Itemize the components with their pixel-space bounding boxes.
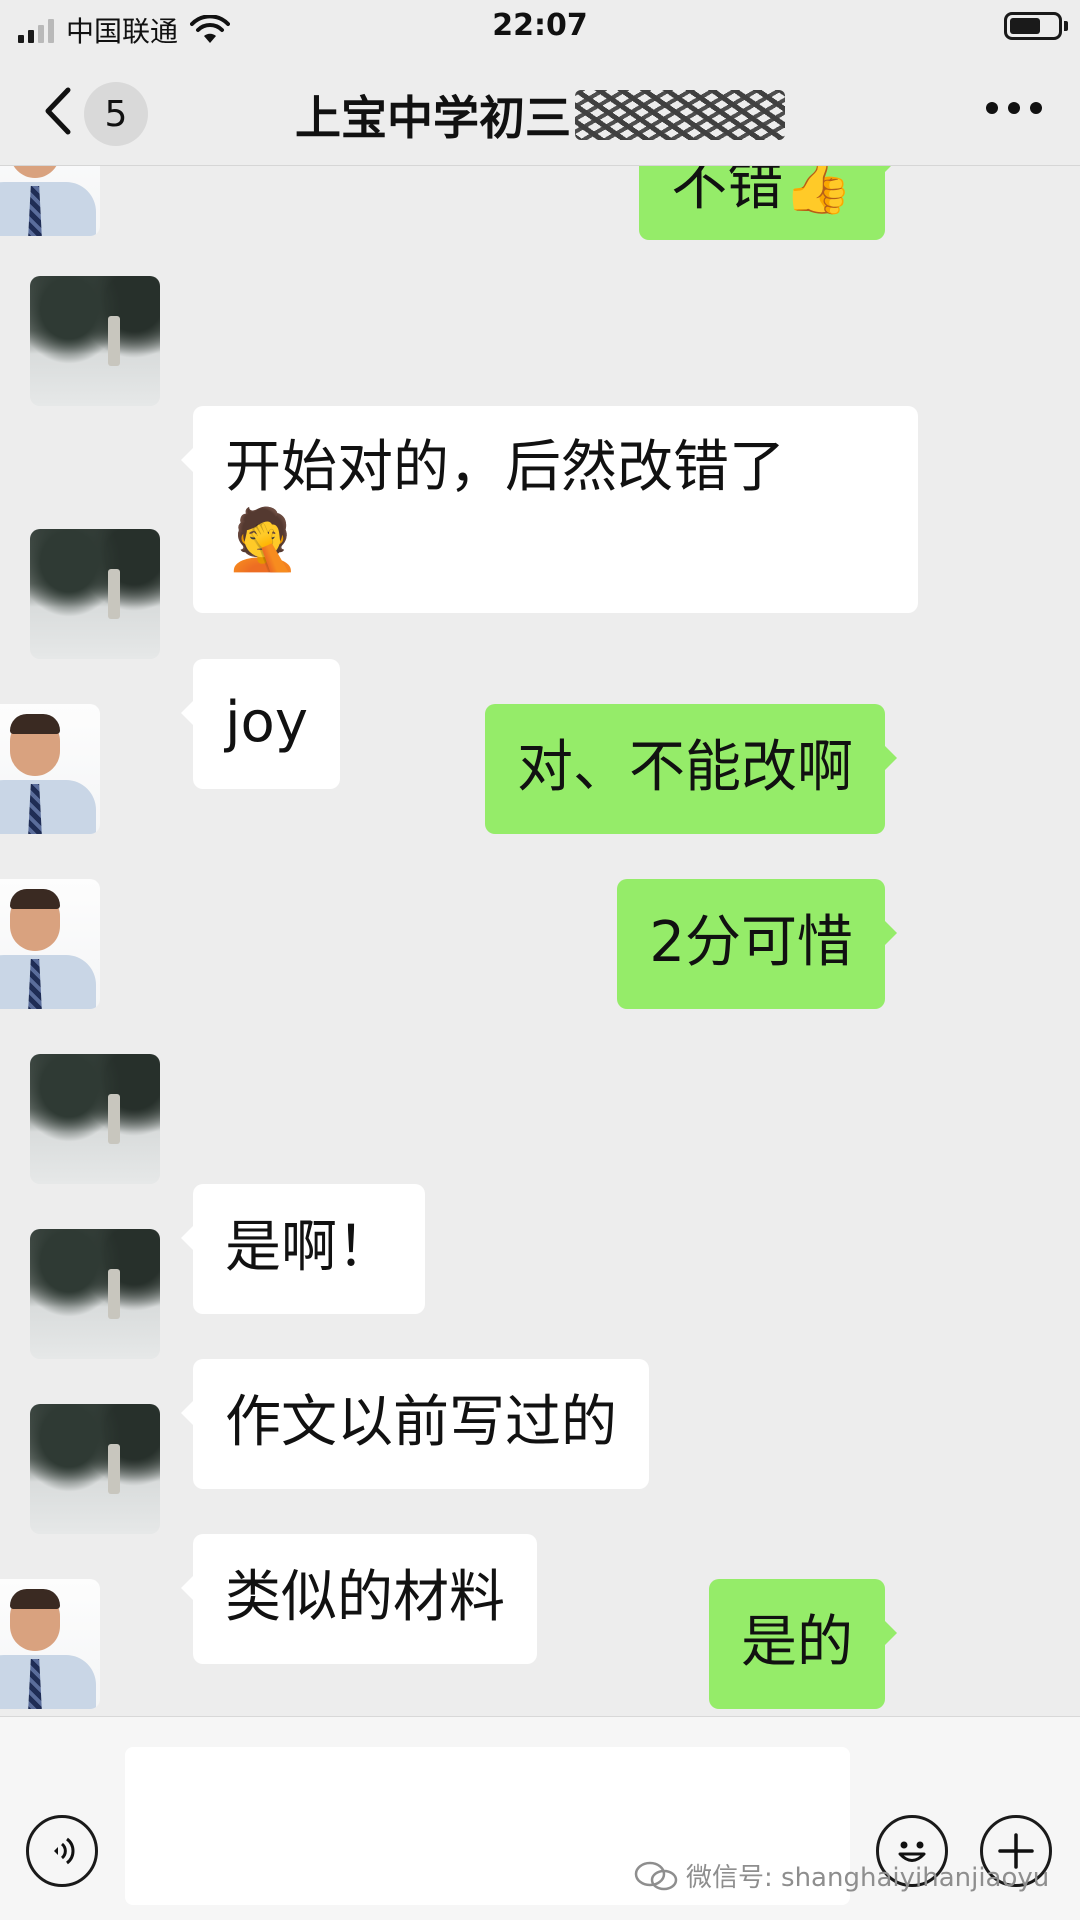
message-list[interactable]: 不错👍 开始对的，后然改错了 🤦 joy 对、不能改啊 2分可惜 是啊！ 作文以… <box>0 166 1080 1716</box>
redacted-title-mark <box>575 90 785 140</box>
avatar-contact[interactable] <box>30 276 160 406</box>
avatar-contact[interactable] <box>30 1054 160 1184</box>
chat-title-container: 上宝中学初三 <box>0 82 1080 148</box>
message-row: 不错👍 <box>0 166 1080 240</box>
message-bubble[interactable]: 2分可惜 <box>617 879 897 1009</box>
chat-title[interactable]: 上宝中学初三 <box>295 82 571 148</box>
battery-icon <box>1004 12 1068 40</box>
avatar-self[interactable] <box>0 166 100 236</box>
status-time: 22:07 <box>492 8 588 43</box>
avatar-contact[interactable] <box>30 529 160 659</box>
avatar-self[interactable] <box>0 1579 100 1709</box>
message-row: joy <box>0 529 1080 789</box>
message-row: 作文以前写过的 <box>0 1229 1080 1489</box>
watermark: 微信号: shanghaiyihanjiaoyu <box>632 1857 1049 1894</box>
message-row: 是啊！ <box>0 1054 1080 1314</box>
message-bubble[interactable]: 不错👍 <box>639 166 897 240</box>
message-text: 开始对的，后然改错了 <box>225 435 785 500</box>
message-bubble[interactable]: 是的 <box>709 1579 897 1709</box>
avatar-contact[interactable] <box>30 1229 160 1359</box>
voice-icon <box>54 1837 75 1865</box>
message-row: 是的 <box>0 1579 1080 1709</box>
avatar-contact[interactable] <box>30 1404 160 1534</box>
message-row: 对、不能改啊 <box>0 704 1080 834</box>
watermark-text: 微信号: shanghaiyihanjiaoyu <box>686 1863 1050 1893</box>
wechat-icon <box>634 1861 678 1890</box>
message-row: 类似的材料 <box>0 1404 1080 1664</box>
avatar-self[interactable] <box>0 879 100 1009</box>
message-bubble[interactable]: 对、不能改啊 <box>485 704 897 834</box>
voice-button[interactable] <box>26 1815 98 1887</box>
chat-header: 5 上宝中学初三 <box>0 56 1080 166</box>
message-row: 开始对的，后然改错了 🤦 <box>0 276 1080 613</box>
status-bar: 中国联通 22:07 <box>0 0 1080 56</box>
avatar-self[interactable] <box>0 704 100 834</box>
input-bar: 微信号: shanghaiyihanjiaoyu <box>0 1716 1080 1920</box>
message-row: 2分可惜 <box>0 879 1080 1009</box>
more-dots-icon[interactable] <box>986 102 1042 114</box>
